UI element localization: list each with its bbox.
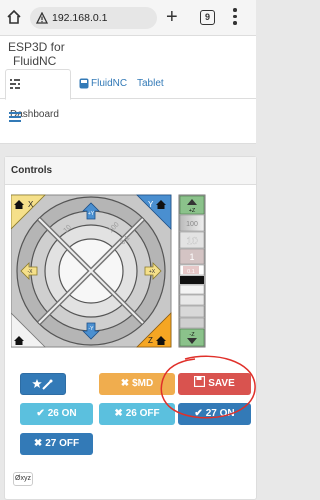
gpio-26-on-label: 26 ON (47, 408, 77, 419)
check-circle-icon: ✔ (36, 408, 45, 419)
z-step-100[interactable]: 100 (179, 214, 205, 232)
z-step-10-down[interactable] (179, 305, 205, 318)
app-header: ESP3D for FluidNC Dashboard FluidNC Tabl… (0, 36, 256, 144)
gpio-27-on-label: 27 ON (205, 408, 235, 419)
plus-x-label: +X (149, 269, 156, 275)
browser-toolbar: 192.168.0.1 + 9 (0, 0, 256, 36)
tab-fluidnc-label: FluidNC (91, 78, 128, 89)
fluidnc-icon (79, 78, 89, 89)
jog-plus-z-button[interactable]: +Z (179, 195, 205, 215)
browser-menu-icon[interactable] (232, 8, 238, 28)
z-step-1-label: 1 (189, 252, 194, 262)
plus-z-label: +Z (189, 208, 196, 214)
brand-line-2: FluidNC (13, 54, 57, 68)
save-button[interactable]: SAVE (178, 373, 251, 395)
dashboard-icon (10, 79, 20, 90)
z-step-10-label: 10 (186, 236, 198, 247)
hamburger-menu-icon[interactable] (9, 112, 21, 122)
z-selected-step (180, 276, 204, 284)
home-icon[interactable] (6, 9, 22, 25)
custom-macro-button[interactable] (20, 373, 66, 395)
home-z-label: Z (148, 336, 153, 345)
warning-icon[interactable] (36, 12, 48, 24)
brand-line-1: ESP3D for (8, 40, 65, 54)
home-x-label: X (28, 200, 34, 209)
minus-x-label: -X (28, 269, 34, 275)
close-icon: ✖ (33, 438, 43, 449)
gpio-27-on-button[interactable]: ✔ 27 ON (178, 403, 251, 425)
minus-z-label: -Z (189, 332, 195, 338)
zero-xyz-button[interactable]: Øxyz (13, 472, 33, 486)
nav-tabs: Dashboard FluidNC Tablet (0, 69, 256, 120)
md-label: $MD (132, 378, 154, 389)
z-step-0.1-down[interactable] (179, 284, 205, 295)
z-step-0.1-label: 0.1 (187, 269, 195, 275)
minus-y-label: -Y (89, 326, 95, 332)
controls-panel: Controls 10 100 0.1 +Y -Y -X +X X Y Z +Z… (4, 156, 257, 500)
gpio-26-on-button[interactable]: ✔ 26 ON (20, 403, 93, 425)
z-step-1[interactable]: 1 (179, 248, 205, 265)
home-y-label: Y (148, 200, 154, 209)
save-label: SAVE (208, 378, 235, 389)
plus-y-label: +Y (88, 211, 95, 217)
save-icon (194, 375, 206, 388)
tab-switcher-button[interactable]: 9 (200, 10, 215, 25)
controls-title: Controls (5, 157, 256, 185)
z-step-0.1[interactable]: 0.1 (179, 264, 205, 276)
close-icon: ✖ (120, 378, 130, 389)
gpio-27-off-button[interactable]: ✖ 27 OFF (20, 433, 93, 455)
close-icon: ✖ (114, 408, 123, 419)
url-text: 192.168.0.1 (52, 12, 108, 24)
z-step-100-down[interactable] (179, 317, 205, 329)
check-icon: ✔ (194, 408, 203, 419)
address-bar[interactable]: 192.168.0.1 (30, 7, 157, 29)
gpio-26-off-label: 26 OFF (125, 408, 160, 419)
z-step-1-down[interactable] (179, 294, 205, 306)
tab-dashboard[interactable]: Dashboard (5, 69, 71, 120)
jog-minus-z-button[interactable]: -Z (179, 328, 205, 347)
tab-tablet-label: Tablet (137, 78, 164, 89)
z-step-100-label: 100 (186, 221, 198, 228)
tab-tablet[interactable]: Tablet (137, 69, 164, 99)
tab-fluidnc[interactable]: FluidNC (77, 69, 127, 99)
new-tab-button[interactable]: + (166, 7, 178, 27)
md-button[interactable]: ✖ $MD (99, 373, 175, 395)
gpio-27-off-label: 27 OFF (45, 438, 80, 449)
star-magic-icon (32, 379, 53, 391)
z-step-10[interactable]: 10 (179, 231, 205, 249)
jog-control: 10 100 0.1 +Y -Y -X +X X Y Z +Z 100 10 1… (11, 194, 206, 348)
brand-title: ESP3D for FluidNC (8, 40, 65, 68)
gpio-26-off-button[interactable]: ✖ 26 OFF (99, 403, 175, 425)
